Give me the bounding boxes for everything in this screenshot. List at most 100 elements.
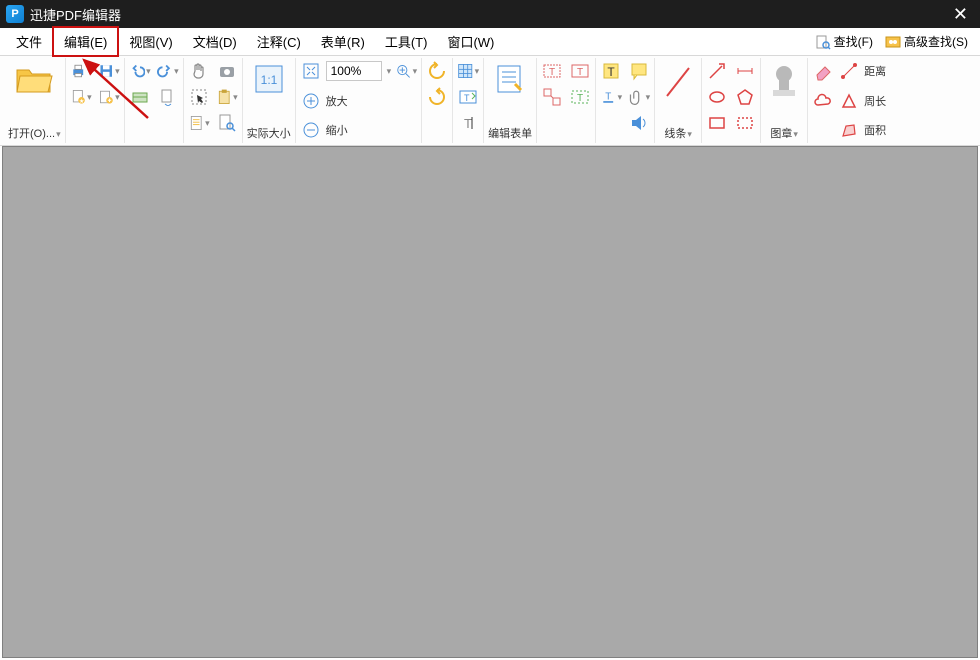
note-button[interactable]: [628, 60, 650, 82]
find-label: 查找(F): [834, 33, 873, 50]
titlebar: P 迅捷PDF编辑器 ✕: [0, 0, 980, 28]
open-button[interactable]: [12, 60, 56, 100]
menu-file[interactable]: 文件: [6, 28, 52, 55]
camera-tool[interactable]: [216, 60, 238, 82]
edit-form-button[interactable]: [491, 60, 529, 98]
hand-tool[interactable]: [188, 60, 210, 82]
rotate-right-button[interactable]: [426, 86, 448, 108]
menu-edit[interactable]: 编辑(E): [52, 26, 119, 57]
text-frame-button[interactable]: T: [541, 60, 563, 82]
advanced-find-button[interactable]: 高级查找(S): [879, 31, 974, 52]
new-from-button[interactable]: ▾: [98, 86, 120, 108]
measure-perimeter-icon: [840, 92, 858, 110]
menu-document[interactable]: 文档(D): [183, 28, 247, 55]
new-from-icon: [98, 87, 114, 107]
group-zoom: ▾ ▾ 放大 缩小: [296, 58, 423, 143]
menu-comment[interactable]: 注释(C): [247, 28, 311, 55]
dim-arrow-button[interactable]: [734, 60, 756, 82]
cloud-icon: [813, 91, 833, 111]
table-button[interactable]: ▾: [457, 60, 479, 82]
scan-button[interactable]: [129, 86, 151, 108]
polygon-button[interactable]: [734, 86, 756, 108]
hand-icon: [189, 61, 209, 81]
underline-button[interactable]: T▾: [600, 86, 622, 108]
svg-text:T: T: [464, 116, 472, 131]
measure-distance-icon: [840, 62, 858, 80]
doc-list-tool[interactable]: ▾: [188, 112, 210, 134]
group-open: 打开(O)...▾: [4, 58, 66, 143]
doc-list-icon: [188, 113, 204, 133]
app-icon: P: [6, 5, 24, 23]
group-shapes: [702, 58, 761, 143]
text-highlight-icon: T: [601, 61, 621, 81]
measure-perim-button[interactable]: [838, 90, 860, 112]
dashed-text-button[interactable]: T: [569, 86, 591, 108]
rotate-left-icon: [426, 60, 448, 82]
group-lines: 线条▾: [655, 58, 702, 143]
area-label: 面积: [864, 122, 886, 138]
measure-area-button[interactable]: [838, 119, 860, 141]
select-tool[interactable]: [188, 86, 210, 108]
link-text-button[interactable]: [541, 86, 563, 108]
undo-button[interactable]: ▾: [129, 60, 151, 82]
svg-text:T: T: [605, 91, 611, 102]
redo-icon: [157, 62, 173, 80]
stamp-button[interactable]: [765, 60, 803, 104]
measure-dist-button[interactable]: [838, 60, 860, 82]
ellipse-button[interactable]: [706, 86, 728, 108]
zoom-in-circle[interactable]: [300, 90, 322, 112]
zoom-fit-button[interactable]: [300, 60, 322, 82]
search-doc-tool[interactable]: [216, 112, 238, 134]
cloud-button[interactable]: [812, 90, 834, 112]
speaker-button[interactable]: [628, 112, 650, 134]
redo-button[interactable]: ▾: [157, 60, 179, 82]
group-measure: 距离 周长 面积: [808, 58, 890, 143]
find-icon: [815, 34, 831, 50]
text-cursor-button[interactable]: T: [457, 112, 479, 134]
text-box-button[interactable]: T: [569, 60, 591, 82]
highlight-button[interactable]: T: [600, 60, 622, 82]
eraser-button[interactable]: [812, 60, 834, 82]
insert-text-button[interactable]: T: [457, 86, 479, 108]
find-button[interactable]: 查找(F): [809, 31, 879, 52]
zoom-out-circle[interactable]: [300, 119, 322, 141]
lines-button[interactable]: [659, 60, 697, 104]
attach-button[interactable]: ▾: [628, 86, 650, 108]
table-icon: [457, 61, 473, 81]
save-button[interactable]: ▾: [98, 60, 120, 82]
zoom-input[interactable]: [326, 61, 382, 81]
dashed-text-icon: T: [570, 87, 590, 107]
new-blank-button[interactable]: ★▾: [70, 86, 92, 108]
group-file-ops: ▾ ▾ ★▾ ▾: [66, 58, 125, 143]
menu-view[interactable]: 视图(V): [119, 28, 182, 55]
zoom-plus-btn[interactable]: ▾: [395, 60, 417, 82]
rect-dash-button[interactable]: [734, 112, 756, 134]
document-workspace: [2, 146, 978, 658]
clipboard-icon: [216, 87, 232, 107]
open-label: 打开(O)...▾: [8, 125, 61, 141]
perimeter-label: 周长: [864, 93, 886, 109]
convert-button[interactable]: [157, 86, 179, 108]
arrowline-button[interactable]: [706, 60, 728, 82]
rotate-left-button[interactable]: [426, 60, 448, 82]
link-text-icon: [542, 87, 562, 107]
group-content-ops: ▾ T T: [453, 58, 484, 143]
svg-text:T: T: [577, 93, 583, 104]
undo-icon: [129, 62, 145, 80]
ribbon: 打开(O)...▾ ▾ ▾ ★▾ ▾ ▾ ▾ ▾ ▾: [0, 56, 980, 146]
line-icon: [661, 62, 695, 102]
svg-text:1:1: 1:1: [260, 73, 277, 87]
menu-form[interactable]: 表单(R): [311, 28, 375, 55]
menu-window[interactable]: 窗口(W): [437, 28, 504, 55]
close-button[interactable]: ✕: [947, 4, 974, 25]
menu-tool[interactable]: 工具(T): [375, 28, 438, 55]
actual-size-button[interactable]: 1:1: [250, 60, 288, 98]
svg-text:T: T: [607, 65, 615, 79]
rect-button[interactable]: [706, 112, 728, 134]
print-button[interactable]: ▾: [70, 60, 92, 82]
minus-circle-icon: [302, 121, 320, 139]
clipboard-tool[interactable]: ▾: [216, 86, 238, 108]
search-doc-icon: [217, 113, 237, 133]
distance-label: 距离: [864, 63, 886, 79]
open-folder-icon: [14, 62, 54, 98]
